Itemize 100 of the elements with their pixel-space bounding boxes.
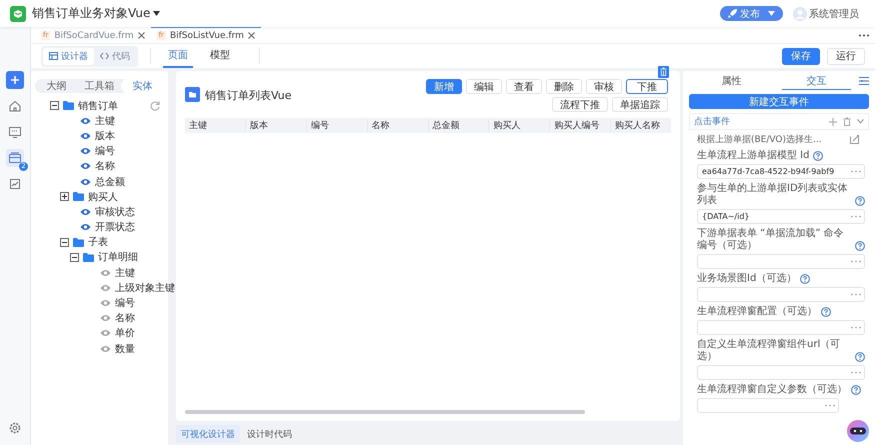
caret-icon — [153, 11, 160, 16]
save-button[interactable]: 保存 — [782, 48, 820, 64]
column-header: 编号 — [306, 119, 367, 132]
panel-tab[interactable]: 交互 — [782, 72, 851, 90]
caret-icon — [768, 11, 775, 16]
tree-item[interactable]: 子表 — [88, 235, 108, 250]
panel-tab[interactable]: 工具箱 — [78, 79, 121, 93]
eye-icon[interactable] — [80, 147, 91, 156]
column-header: 主键 — [188, 120, 208, 132]
run-button[interactable]: 运行 — [827, 48, 865, 64]
collapse-icon[interactable] — [50, 101, 59, 110]
toolbar-button[interactable]: 删除 — [546, 79, 582, 94]
collapse-icon[interactable] — [70, 252, 79, 262]
folder-icon — [83, 252, 94, 262]
tree-item[interactable]: 开票状态 — [95, 220, 135, 234]
chevron-down-icon[interactable] — [857, 119, 864, 124]
eye-icon[interactable] — [80, 116, 91, 125]
tree-item[interactable]: 数量 — [115, 342, 135, 356]
eye-icon[interactable] — [80, 208, 91, 216]
toolbar-button[interactable]: 编辑 — [466, 79, 502, 94]
tree-item[interactable]: 主键 — [115, 266, 135, 280]
assistant-bot-icon[interactable] — [847, 420, 869, 442]
close-icon[interactable] — [248, 32, 255, 39]
refresh-icon[interactable] — [150, 100, 160, 111]
tree-item[interactable]: 上级对象主键 — [115, 280, 175, 295]
eye-icon[interactable] — [100, 329, 111, 338]
eye-icon[interactable] — [80, 223, 91, 232]
tree-item[interactable]: 名称 — [95, 159, 115, 174]
code-icon — [100, 52, 109, 60]
panel-tab[interactable]: 属性 — [697, 72, 766, 90]
eye-icon[interactable] — [80, 132, 91, 140]
tree-item[interactable]: 单价 — [115, 326, 135, 340]
input-field[interactable]: ea64a77d-7ca8-4522-b94f-9abf9 — [697, 164, 865, 179]
tree-item[interactable]: 编号 — [95, 144, 115, 158]
toolbar-button[interactable]: 单据追踪 — [612, 97, 668, 112]
help-icon[interactable] — [855, 196, 865, 206]
tree-item[interactable]: 编号 — [115, 296, 135, 310]
column-header: 购买人 — [488, 119, 550, 132]
page-tab[interactable]: 页面 — [163, 44, 193, 68]
panel-tab[interactable]: 实体 — [121, 79, 164, 93]
folder-icon — [73, 192, 84, 202]
tree-item[interactable]: 主键 — [95, 114, 115, 128]
folder-icon — [185, 87, 200, 102]
help-icon[interactable] — [851, 385, 861, 395]
more-icon[interactable] — [859, 34, 869, 36]
close-icon[interactable] — [138, 32, 145, 39]
trash-icon[interactable] — [658, 66, 669, 78]
column-header: 购买人编号 — [549, 119, 610, 132]
tree-item[interactable]: 销售订单 — [78, 98, 118, 113]
tree-item[interactable]: 购买人 — [88, 190, 118, 204]
eye-icon[interactable] — [100, 344, 111, 353]
publish-button[interactable]: 发布 — [720, 6, 783, 21]
new-event-button[interactable]: 新建交互事件 — [689, 94, 869, 109]
help-icon[interactable] — [813, 151, 824, 161]
layout-icon — [49, 52, 58, 60]
user-name[interactable]: 系统管理员 — [809, 6, 859, 20]
help-icon[interactable] — [855, 352, 865, 362]
column-header: 购买人名称 — [610, 119, 671, 132]
add-icon[interactable] — [829, 118, 837, 126]
menu-icon[interactable] — [859, 77, 869, 85]
eye-icon[interactable] — [80, 162, 91, 170]
input-field[interactable] — [697, 254, 865, 269]
eye-icon[interactable] — [100, 314, 111, 322]
input-field[interactable]: {DATA~/id} — [697, 209, 865, 224]
horizontal-scrollbar[interactable] — [185, 410, 585, 414]
tree-item[interactable]: 名称 — [115, 311, 135, 326]
tree-item[interactable]: 订单明细 — [98, 250, 138, 264]
eye-icon[interactable] — [100, 268, 111, 277]
help-icon[interactable] — [800, 274, 810, 284]
project-title-dropdown[interactable]: 销售订单业务对象Vue — [32, 5, 160, 22]
collapse-icon[interactable] — [60, 238, 69, 247]
input-field[interactable] — [697, 287, 865, 302]
help-icon[interactable] — [855, 241, 865, 251]
tree-item[interactable]: 审核状态 — [95, 204, 135, 219]
eye-icon[interactable] — [100, 299, 111, 308]
bottom-tab[interactable]: 设计时代码 — [242, 425, 297, 443]
tree-item[interactable]: 总金额 — [95, 174, 125, 189]
input-field[interactable] — [697, 320, 865, 335]
panel-tab[interactable]: 大纲 — [35, 79, 78, 93]
eye-icon[interactable] — [100, 284, 111, 292]
input-field[interactable] — [697, 365, 865, 380]
toolbar-button[interactable]: 流程下推 — [552, 97, 608, 112]
page-tab[interactable]: 模型 — [205, 44, 235, 68]
expand-icon[interactable] — [60, 192, 69, 202]
event-header[interactable]: 点击事件 — [689, 113, 869, 130]
column-header: 总金额 — [428, 119, 488, 132]
eye-icon[interactable] — [80, 178, 91, 186]
edit-icon[interactable] — [850, 135, 859, 144]
view-toggle[interactable]: 设计器 — [43, 48, 94, 64]
input-field[interactable] — [697, 398, 839, 413]
toolbar-button[interactable]: 新增 — [426, 79, 462, 94]
help-icon[interactable] — [821, 307, 831, 317]
add-button[interactable] — [6, 71, 24, 89]
toolbar-button[interactable]: 查看 — [506, 79, 542, 94]
toolbar-button[interactable]: 审核 — [586, 79, 622, 94]
folder-icon — [63, 101, 74, 110]
trash-icon[interactable] — [843, 117, 851, 126]
tree-item[interactable]: 版本 — [95, 128, 115, 143]
field-label: 生单流程上游单据模型 Id — [697, 150, 810, 162]
action-description: 根据上游单据(BE/VO)选择生... — [697, 134, 822, 146]
